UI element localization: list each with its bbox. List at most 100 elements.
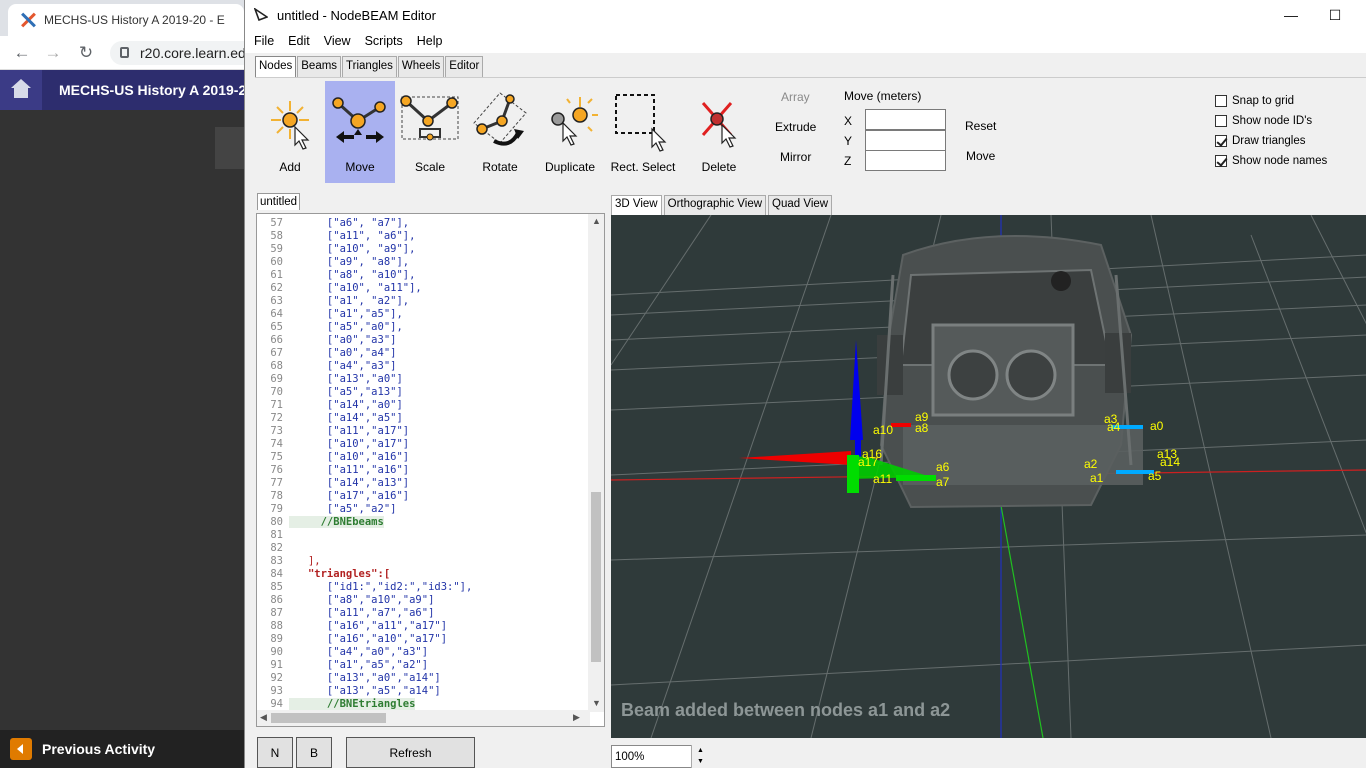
tab-3d-view[interactable]: 3D View [611,195,662,215]
line-number: 65 [270,321,283,333]
show-node-ids-checkbox[interactable]: Show node ID's [1215,115,1312,127]
zoom-spinner[interactable]: ▲ ▼ [691,745,709,768]
code-text: ["a11","a7","a6"] [289,607,435,619]
previous-activity-label: Previous Activity [42,741,156,757]
code-text: ["a9", "a8"], [289,256,410,268]
duplicate-tool-button[interactable]: Duplicate [535,81,605,183]
code-line: 77 ["a14","a13"] [257,477,587,490]
tab-editor[interactable]: Editor [445,56,484,78]
spin-down-icon[interactable]: ▼ [692,756,709,767]
tab-triangles[interactable]: Triangles [342,56,397,78]
code-file-tab[interactable]: untitled [257,193,301,210]
line-number: 70 [270,386,283,398]
refresh-button[interactable]: Refresh [346,737,475,768]
code-text: ["id1:","id2:","id3:"], [289,581,473,593]
rotate-tool-button[interactable]: Rotate [465,81,535,183]
add-node-icon [271,101,310,150]
b-button[interactable]: B [296,737,332,768]
vehicle-model [877,235,1143,509]
vertical-scrollbar[interactable]: ▲ ▼ [588,214,604,712]
scroll-down-icon[interactable]: ▼ [592,698,601,708]
line-number: 87 [270,607,283,619]
scroll-up-icon[interactable]: ▲ [592,216,601,226]
snap-to-grid-checkbox[interactable]: Snap to grid [1215,95,1294,107]
previous-activity-button[interactable]: Previous Activity [0,730,250,768]
code-line: 80 //BNEbeams [257,516,587,529]
y-input[interactable] [865,130,946,151]
scroll-thumb[interactable] [271,713,386,723]
menu-scripts[interactable]: Scripts [358,31,410,53]
draw-triangles-checkbox[interactable]: Draw triangles [1215,135,1306,147]
menu-file[interactable]: File [247,31,281,53]
code-line: 88 ["a16","a11","a17"] [257,620,587,633]
code-line: 59 ["a10", "a9"], [257,243,587,256]
tab-orthographic-view[interactable]: Orthographic View [663,195,767,215]
scale-tool-button[interactable]: Scale [395,81,465,183]
line-number: 86 [270,594,283,606]
line-number: 60 [270,256,283,268]
code-editor[interactable]: 57 ["a6", "a7"], 58 ["a11", "a6"], 59 ["a1… [256,213,605,727]
line-number: 73 [270,425,283,437]
menu-edit[interactable]: Edit [281,31,317,53]
add-tool-button[interactable]: Add [255,81,325,183]
line-number: 72 [270,412,283,424]
code-text: ["a6", "a7"], [289,217,410,229]
code-line: 61 ["a8", "a10"], [257,269,587,282]
node-label: a6 [936,460,950,474]
mirror-button[interactable]: Mirror [780,150,811,164]
tab-beams[interactable]: Beams [297,56,342,78]
x-input[interactable] [865,109,946,130]
snap-to-grid-label: Snap to grid [1232,95,1295,107]
rotate-node-icon [473,92,527,146]
code-line: 89 ["a16","a10","a17"] [257,633,587,646]
menu-view[interactable]: View [317,31,358,53]
move-button[interactable]: Move [966,149,995,163]
horizontal-scrollbar[interactable]: ◀ ▶ [257,710,590,726]
menu-help[interactable]: Help [410,31,450,53]
x-label: X [844,114,853,128]
scroll-right-icon[interactable]: ▶ [573,712,580,723]
browser-tab-title: MECHS-US History A 2019-20 - E [44,13,225,27]
tab-wheels[interactable]: Wheels [397,56,445,78]
scroll-left-icon[interactable]: ◀ [260,712,267,723]
delete-tool-button[interactable]: Delete [684,81,754,183]
tab-quad-view[interactable]: Quad View [768,195,833,215]
tab-nodes[interactable]: Nodes [255,56,297,78]
line-number: 76 [270,464,283,476]
node-label: a2 [1084,457,1098,471]
home-icon[interactable] [0,70,42,110]
forward-arrow-icon[interactable]: → [43,43,63,63]
pencil-icon[interactable] [215,127,245,169]
show-node-ids-label: Show node ID's [1232,115,1313,127]
back-arrow-icon[interactable]: ← [12,43,32,63]
line-number: 79 [270,503,283,515]
code-line: 67 ["a0","a4"] [257,347,587,360]
checkbox-checked [1215,155,1227,167]
n-button[interactable]: N [257,737,293,768]
spin-up-icon[interactable]: ▲ [692,745,709,756]
minimize-button[interactable]: — [1268,5,1314,27]
code-line: 91 ["a1","a5","a2"] [257,659,587,672]
3d-viewport[interactable]: a9 a10 a8 a3 a4 a0 a16 a17 a6 a2 a13 a14… [611,215,1366,738]
code-text: ["a13","a0"] [289,373,403,385]
line-number: 69 [270,373,283,385]
code-text: ["a1","a5","a2"] [289,659,429,671]
code-line: 76 ["a11","a16"] [257,464,587,477]
reload-icon[interactable]: ↻ [76,43,96,63]
show-node-names-checkbox[interactable]: Show node names [1215,155,1327,167]
code-text: ["a14","a5"] [289,412,403,424]
extrude-button[interactable]: Extrude [775,120,816,134]
z-input[interactable] [865,150,946,171]
reset-button[interactable]: Reset [965,119,996,133]
rect-select-tool-button[interactable]: Rect. Select [605,81,681,183]
move-tool-button[interactable]: Move [325,81,395,183]
line-number: 84 [270,568,283,580]
address-bar-text: r20.core.learn.ed [140,45,246,61]
array-button[interactable]: Array [781,90,810,104]
scroll-thumb[interactable] [591,492,601,662]
node-label: a10 [873,423,893,437]
code-text: ["a14","a13"] [289,477,410,489]
browser-tab[interactable]: MECHS-US History A 2019-20 - E [8,4,244,36]
maximize-button[interactable]: ☐ [1312,5,1358,27]
code-text: ["a8", "a10"], [289,269,416,281]
